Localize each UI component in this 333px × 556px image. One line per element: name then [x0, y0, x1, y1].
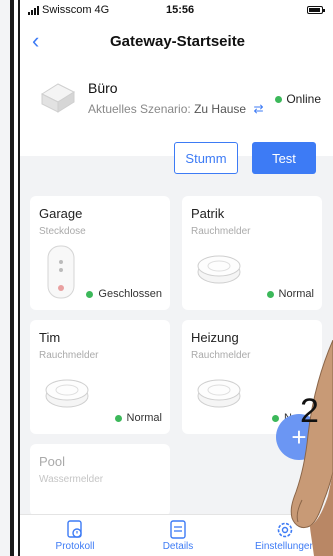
mute-button[interactable]: Stumm — [174, 142, 238, 174]
page-title: Gateway-Startseite — [109, 33, 246, 50]
status-dot-icon — [266, 290, 274, 298]
document-icon — [133, 519, 223, 541]
clock: 15:56 — [166, 4, 195, 16]
pointing-hand-overlay — [290, 340, 333, 556]
device-name: Tim — [39, 330, 61, 345]
device-type: Rauchmelder — [191, 226, 251, 237]
device-type: Steckdose — [39, 226, 86, 237]
gateway-device-icon — [40, 83, 76, 113]
tab-details[interactable]: Details — [133, 519, 223, 552]
status-label: Normal — [278, 288, 314, 300]
smoke-detector-icon — [197, 379, 241, 408]
device-card-pool[interactable]: Pool Wassermelder — [30, 444, 170, 516]
carrier-info: Swisscom 4G — [28, 4, 109, 16]
status-dot-icon — [114, 414, 122, 422]
online-dot-icon — [275, 95, 283, 103]
device-status: Normal — [266, 288, 314, 300]
tab-label: Protokoll — [55, 541, 95, 552]
status-dot-icon — [86, 290, 94, 298]
device-status: Geschlossen — [86, 288, 162, 300]
device-name: Patrik — [191, 206, 225, 221]
device-name: Heizung — [191, 330, 239, 345]
nav-bar: ‹ Gateway-Startseite — [20, 22, 333, 60]
device-status: Normal — [114, 412, 162, 424]
device-card-patrik[interactable]: Patrik Rauchmelder Normal — [182, 196, 322, 310]
scene-value[interactable]: Zu Hause — [194, 102, 246, 116]
battery-icon — [307, 6, 325, 14]
network-type: 4G — [94, 4, 110, 16]
device-card-garage[interactable]: Garage Steckdose Geschlossen — [30, 196, 170, 310]
smoke-detector-icon — [197, 255, 241, 284]
online-label: Online — [286, 92, 321, 106]
smoke-detector-icon — [45, 379, 89, 408]
tab-label: Details — [162, 541, 194, 552]
device-type: Rauchmelder — [39, 350, 99, 361]
gateway-name: Büro — [88, 80, 118, 96]
signal-icon — [28, 5, 39, 15]
scene-info: Aktuelles Szenario: Zu Hause ⇄ — [88, 102, 264, 116]
step-number: 2 — [300, 392, 319, 430]
device-name: Pool — [39, 454, 66, 469]
swap-icon[interactable]: ⇄ — [253, 102, 263, 116]
device-card-tim[interactable]: Tim Rauchmelder Normal — [30, 320, 170, 434]
status-badge: Online — [275, 92, 321, 106]
device-type: Rauchmelder — [191, 350, 251, 361]
status-label: Geschlossen — [98, 288, 162, 300]
tab-protokoll[interactable]: Protokoll — [30, 519, 120, 552]
adjacent-screen-edge — [0, 0, 14, 556]
device-type: Wassermelder — [39, 474, 104, 485]
clock-icon — [30, 519, 120, 541]
action-buttons: Stumm Test — [20, 142, 333, 176]
carrier-name: Swisscom — [42, 4, 92, 16]
status-label: Normal — [126, 412, 162, 424]
status-bar: Swisscom 4G 15:56 — [20, 0, 333, 22]
smart-plug-icon — [47, 245, 75, 299]
scene-label: Aktuelles Szenario: — [88, 102, 191, 116]
test-button[interactable]: Test — [252, 142, 316, 174]
device-name: Garage — [39, 206, 83, 221]
